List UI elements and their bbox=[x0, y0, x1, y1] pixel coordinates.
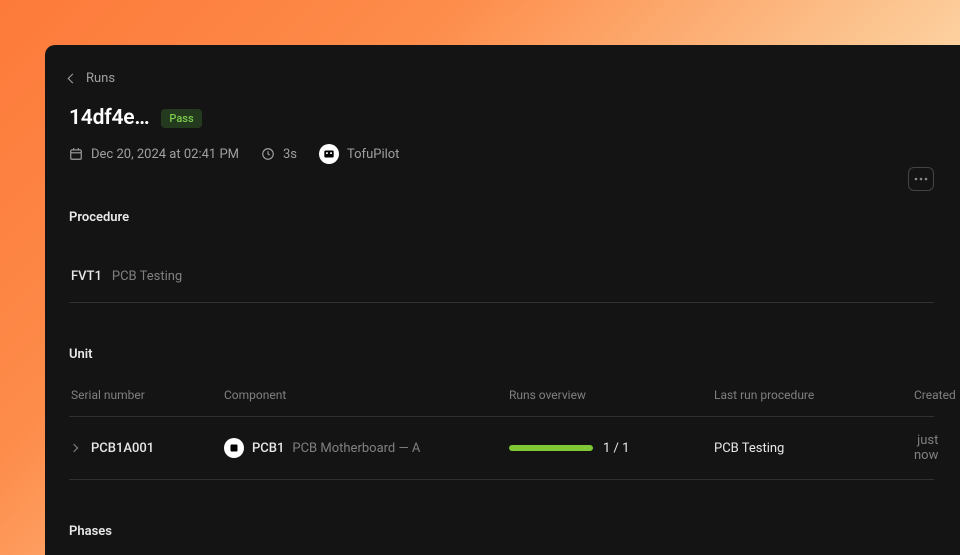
unit-header-serial: Serial number bbox=[71, 388, 224, 402]
component-badge-icon bbox=[224, 438, 244, 458]
unit-table-row[interactable]: PCB1A001 PCB1 PCB Motherboard — A 1 / 1 … bbox=[69, 417, 934, 480]
runs-progress-bar bbox=[509, 445, 593, 451]
procedure-row[interactable]: FVT1 PCB Testing bbox=[69, 251, 934, 303]
clock-icon bbox=[261, 147, 275, 161]
unit-header-created: Created bbox=[914, 388, 956, 402]
breadcrumb-back: Runs bbox=[86, 71, 115, 86]
unit-header-runs: Runs overview bbox=[509, 388, 714, 402]
procedure-section: Procedure FVT1 PCB Testing bbox=[69, 210, 934, 303]
chevron-left-icon bbox=[68, 74, 78, 84]
procedure-code: FVT1 bbox=[71, 269, 102, 284]
meta-duration: 3s bbox=[261, 147, 297, 162]
unit-header-component: Component bbox=[224, 388, 509, 402]
meta-datetime: Dec 20, 2024 at 02:41 PM bbox=[69, 147, 239, 162]
runs-count: 1 / 1 bbox=[603, 441, 629, 456]
chevron-right-icon[interactable] bbox=[70, 444, 78, 452]
avatar bbox=[319, 144, 339, 164]
meta-duration-text: 3s bbox=[283, 147, 297, 162]
component-code: PCB1 bbox=[252, 441, 284, 456]
unit-table-header: Serial number Component Runs overview La… bbox=[69, 388, 934, 417]
app-panel: Runs 14df4e… Pass Dec 20, 2024 at 02:41 … bbox=[45, 45, 960, 555]
component-desc: PCB Motherboard — A bbox=[292, 441, 420, 456]
meta-user: TofuPilot bbox=[319, 144, 399, 164]
meta-user-text: TofuPilot bbox=[347, 147, 399, 162]
calendar-icon bbox=[69, 147, 83, 161]
unit-header-last-run: Last run procedure bbox=[714, 388, 914, 402]
more-actions-button[interactable] bbox=[908, 167, 934, 191]
phases-section-title: Phases bbox=[69, 524, 934, 539]
procedure-name: PCB Testing bbox=[112, 269, 182, 284]
page-title: 14df4e… bbox=[69, 106, 149, 130]
phases-section: Phases Name Low limit Value High limit U… bbox=[69, 524, 934, 555]
status-badge: Pass bbox=[161, 109, 201, 128]
unit-created: just now bbox=[914, 433, 938, 463]
unit-section-title: Unit bbox=[69, 347, 934, 362]
unit-serial: PCB1A001 bbox=[91, 441, 154, 456]
unit-section: Unit Serial number Component Runs overvi… bbox=[69, 347, 934, 480]
breadcrumb[interactable]: Runs bbox=[69, 71, 934, 86]
meta-datetime-text: Dec 20, 2024 at 02:41 PM bbox=[91, 147, 239, 162]
unit-last-run: PCB Testing bbox=[714, 441, 914, 456]
procedure-section-title: Procedure bbox=[69, 210, 934, 225]
